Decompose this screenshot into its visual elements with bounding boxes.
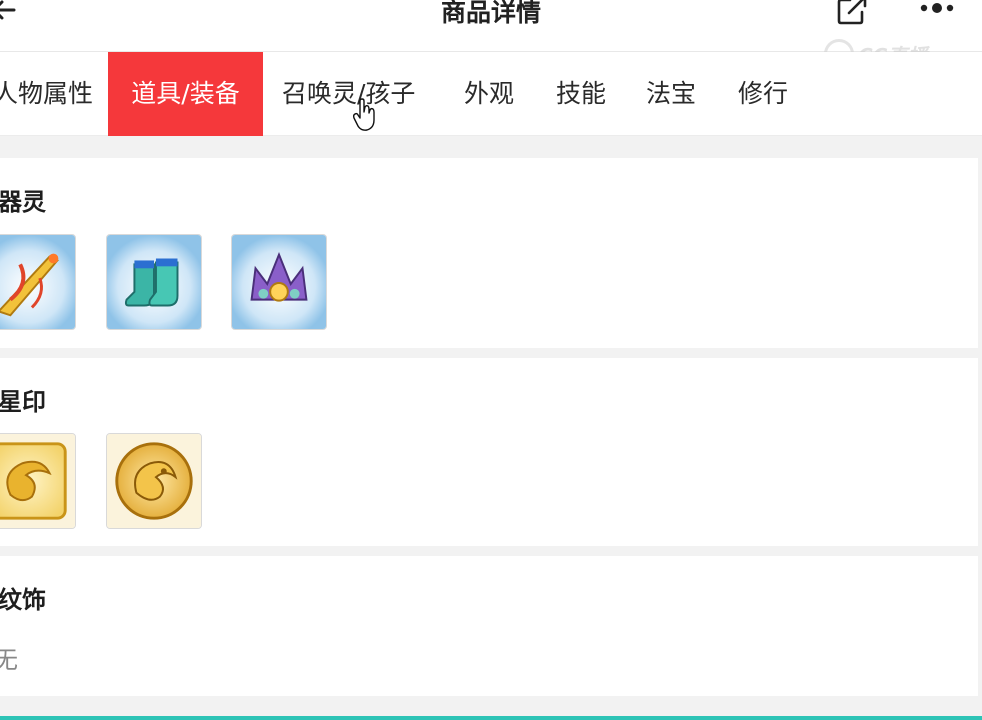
crown-spirit-icon <box>232 235 326 329</box>
empty-state-text: 无 <box>0 646 18 674</box>
tab-cultivation[interactable]: 修行 <box>738 52 788 136</box>
bottom-bar-edge <box>0 716 982 720</box>
share-icon[interactable] <box>834 0 870 28</box>
tab-skills[interactable]: 技能 <box>556 52 606 136</box>
section-star-seals: 星印 <box>0 358 978 546</box>
gold-dragon-seal-icon <box>0 434 75 528</box>
tab-appearance[interactable]: 外观 <box>464 52 514 136</box>
item-card[interactable] <box>106 234 202 330</box>
item-card[interactable] <box>106 433 202 529</box>
boots-spirit-icon <box>107 235 201 329</box>
tab-summons-children[interactable]: 召唤灵/孩子 <box>282 52 415 136</box>
gold-tiger-seal-icon <box>107 434 201 528</box>
tab-treasures[interactable]: 法宝 <box>646 52 696 136</box>
item-card[interactable] <box>0 433 76 529</box>
tab-items-equipment[interactable]: 道具/装备 <box>108 52 263 136</box>
tab-character-attributes[interactable]: 人物属性 <box>0 52 93 136</box>
item-card[interactable] <box>231 234 327 330</box>
section-patterns: 纹饰 无 <box>0 556 978 696</box>
item-card[interactable] <box>0 234 76 330</box>
section-title: 星印 <box>0 388 46 416</box>
more-options-icon[interactable] <box>916 0 960 22</box>
section-equipment-spirits: 器灵 <box>0 158 978 348</box>
weapon-spirit-icon <box>0 235 75 329</box>
category-tabs: 人物属性 道具/装备 召唤灵/孩子 外观 技能 法宝 修行 <box>0 52 982 136</box>
section-title: 器灵 <box>0 188 46 216</box>
hand-pointer-cursor-icon <box>352 98 375 131</box>
section-title: 纹饰 <box>0 586 46 614</box>
